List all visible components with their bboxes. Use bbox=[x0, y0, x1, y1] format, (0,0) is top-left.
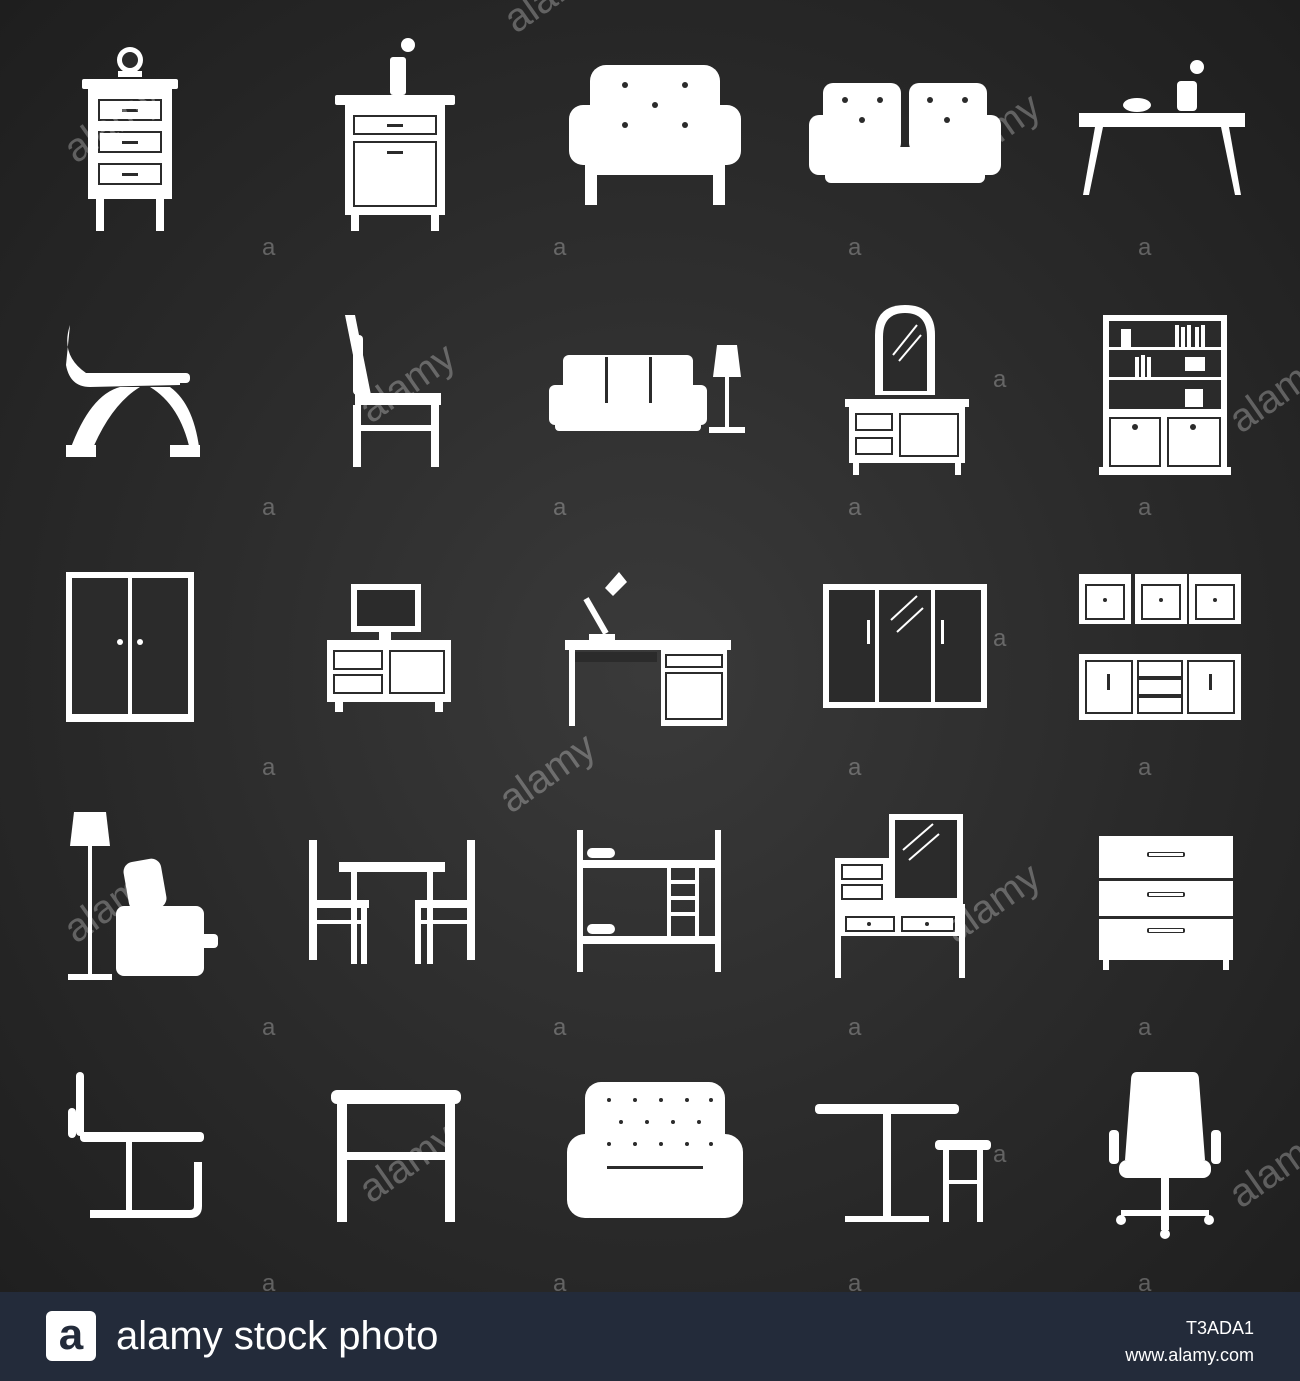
watermark-letter: a bbox=[262, 494, 276, 521]
mirror-wardrobe-icon bbox=[805, 560, 1005, 760]
watermark-letter: a bbox=[993, 1141, 1007, 1168]
watermark-letter: a bbox=[262, 234, 276, 261]
wardrobe-icon bbox=[30, 560, 230, 760]
dresser-icon bbox=[1065, 800, 1265, 1000]
watermark-letter: a bbox=[1138, 754, 1152, 781]
chesterfield-armchair-icon bbox=[555, 1060, 755, 1260]
bunk-bed-icon bbox=[555, 800, 755, 1000]
watermark-letter: a bbox=[848, 234, 862, 261]
watermark-letter: a bbox=[553, 234, 567, 261]
image-id: T3ADA1 bbox=[1185, 1318, 1254, 1338]
tufted-armchair-icon bbox=[555, 35, 755, 235]
office-chair-icon bbox=[1065, 1060, 1265, 1260]
sofa-lamp-icon bbox=[545, 295, 745, 495]
nightstand-vase-icon bbox=[295, 35, 495, 235]
watermark-letter: a bbox=[1138, 494, 1152, 521]
cantilever-chair-icon bbox=[30, 1060, 230, 1260]
vanity-mirror-icon bbox=[805, 295, 1005, 495]
watermark-letter: a bbox=[1138, 234, 1152, 261]
watermark-letter: a bbox=[848, 1270, 862, 1293]
watermark-word: alamy bbox=[496, 0, 609, 42]
logo-letter: a bbox=[58, 1310, 84, 1359]
lounge-chair-icon bbox=[30, 295, 230, 495]
watermark-letter: a bbox=[262, 1270, 276, 1293]
tv-stand-icon bbox=[295, 560, 495, 760]
site-url: www.alamy.com bbox=[1125, 1345, 1254, 1365]
watermark-letter: a bbox=[993, 625, 1007, 652]
watermark-letter: a bbox=[553, 494, 567, 521]
watermark-letter: a bbox=[848, 754, 862, 781]
watermark-letter: a bbox=[848, 1014, 862, 1041]
watermark-letter: a bbox=[993, 366, 1007, 393]
bar-table-stool-icon bbox=[805, 1060, 1005, 1260]
watermark-letter: a bbox=[1138, 1014, 1152, 1041]
kitchen-cabinets-icon bbox=[1065, 560, 1265, 760]
watermark-letter: a bbox=[848, 494, 862, 521]
watermark-letter: a bbox=[553, 1014, 567, 1041]
watermark-letter: a bbox=[262, 754, 276, 781]
watermark-letter: a bbox=[1138, 1270, 1152, 1293]
icon-grid-stage: a a a a a a a a a a a a a a a a a a a a … bbox=[0, 0, 1300, 1292]
watermark-letter: a bbox=[553, 1270, 567, 1293]
brand-text: alamy stock photo bbox=[116, 1314, 439, 1358]
coffee-table-icon bbox=[1065, 35, 1265, 235]
watermark-letter: a bbox=[262, 1014, 276, 1041]
dining-set-icon bbox=[295, 800, 495, 1000]
